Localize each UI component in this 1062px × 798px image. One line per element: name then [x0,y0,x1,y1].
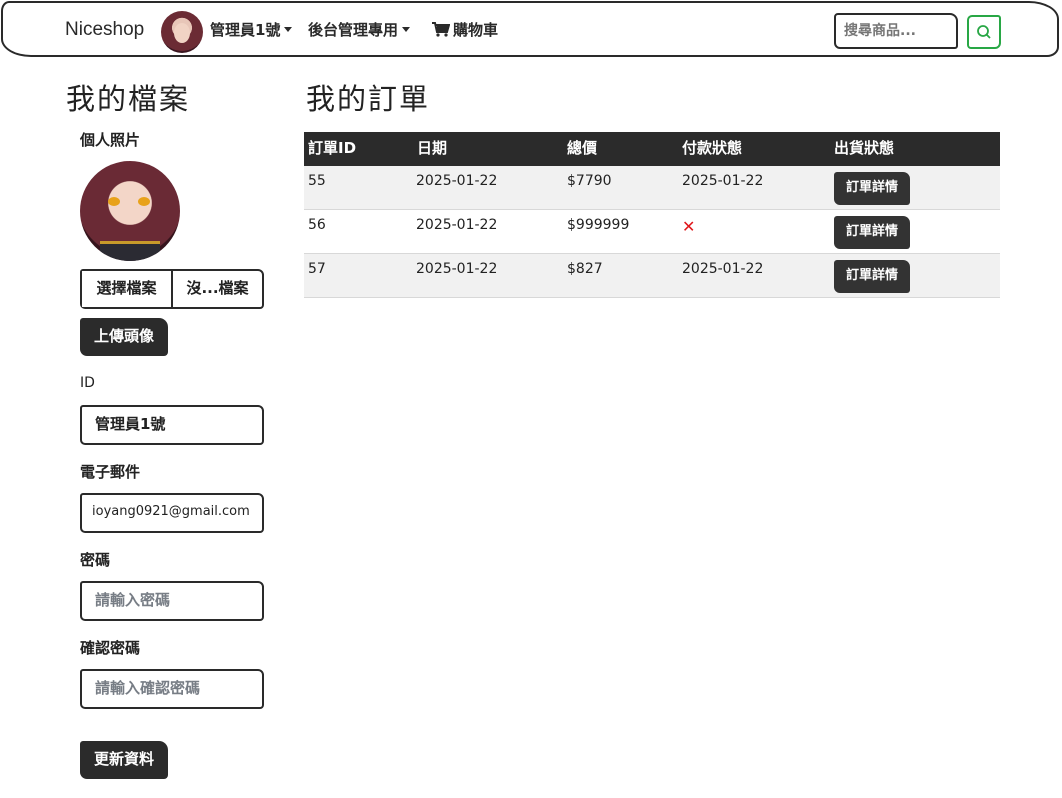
caret-down-icon [402,27,411,32]
order-detail-button[interactable]: 訂單詳情 [834,172,910,205]
choose-file-button[interactable]: 選擇檔案 [82,271,173,307]
order-date: 2025-01-22 [416,261,498,277]
brand-logo[interactable]: Niceshop [65,19,144,41]
order-total: $7790 [567,173,612,189]
table-row: 56 2025-01-22 $999999 ✕ 訂單詳情 [304,210,1000,254]
orders-table: 訂單ID 日期 總價 付款狀態 出貨狀態 55 2025-01-22 $7790… [304,132,1000,298]
order-date: 2025-01-22 [416,173,498,189]
password-field[interactable]: 請輸入密碼 [80,581,264,621]
payment-status: 2025-01-22 [682,261,764,277]
email-field[interactable]: ioyang0921@gmail.com [80,493,264,533]
id-label: ID [80,375,95,391]
upload-avatar-button[interactable]: 上傳頭像 [80,318,169,356]
order-total: $999999 [567,217,630,233]
cart-link[interactable]: 購物車 [432,19,498,40]
top-navbar: Niceshop 管理員1號 後台管理專用 購物車 [1,1,1059,57]
update-profile-button[interactable]: 更新資料 [80,741,169,779]
header-payment-status: 付款狀態 [682,139,743,157]
order-detail-button[interactable]: 訂單詳情 [834,216,910,249]
header-shipping-status: 出貨狀態 [834,139,895,157]
table-row: 55 2025-01-22 $7790 2025-01-22 訂單詳情 [304,166,1000,210]
admin-menu-label: 後台管理專用 [308,21,399,39]
caret-down-icon [284,27,293,32]
order-id: 57 [308,261,326,277]
table-row: 57 2025-01-22 $827 2025-01-22 訂單詳情 [304,254,1000,298]
profile-photo [80,161,180,261]
photo-label: 個人照片 [80,131,141,149]
profile-title: 我的檔案 [66,82,191,116]
table-header: 訂單ID 日期 總價 付款狀態 出貨狀態 [304,132,1000,166]
user-avatar[interactable] [161,11,203,53]
cart-icon [432,22,451,37]
order-total: $827 [567,261,603,277]
header-total: 總價 [567,139,598,157]
search-input[interactable] [834,13,958,49]
confirm-password-label: 確認密碼 [80,639,141,657]
order-date: 2025-01-22 [416,217,498,233]
order-id: 56 [308,217,326,233]
file-picker[interactable]: 選擇檔案 沒...檔案 [80,269,264,309]
file-name-display: 沒...檔案 [186,279,249,297]
header-date: 日期 [417,139,448,157]
password-label: 密碼 [80,551,111,569]
payment-status: 2025-01-22 [682,173,764,189]
confirm-password-field[interactable]: 請輸入確認密碼 [80,669,264,709]
order-detail-button[interactable]: 訂單詳情 [834,260,910,293]
admin-menu-dropdown[interactable]: 後台管理專用 [308,19,411,40]
header-order-id: 訂單ID [308,139,357,157]
id-field[interactable]: 管理員1號 [80,405,264,445]
orders-title: 我的訂單 [306,82,431,116]
order-id: 55 [308,173,326,189]
user-menu-label: 管理員1號 [210,21,281,39]
search-button[interactable] [967,15,1001,49]
search-icon [977,25,991,39]
unpaid-x-icon: ✕ [682,217,696,236]
email-label: 電子郵件 [80,463,141,481]
cart-label: 購物車 [453,21,499,39]
user-menu-dropdown[interactable]: 管理員1號 [210,19,293,40]
